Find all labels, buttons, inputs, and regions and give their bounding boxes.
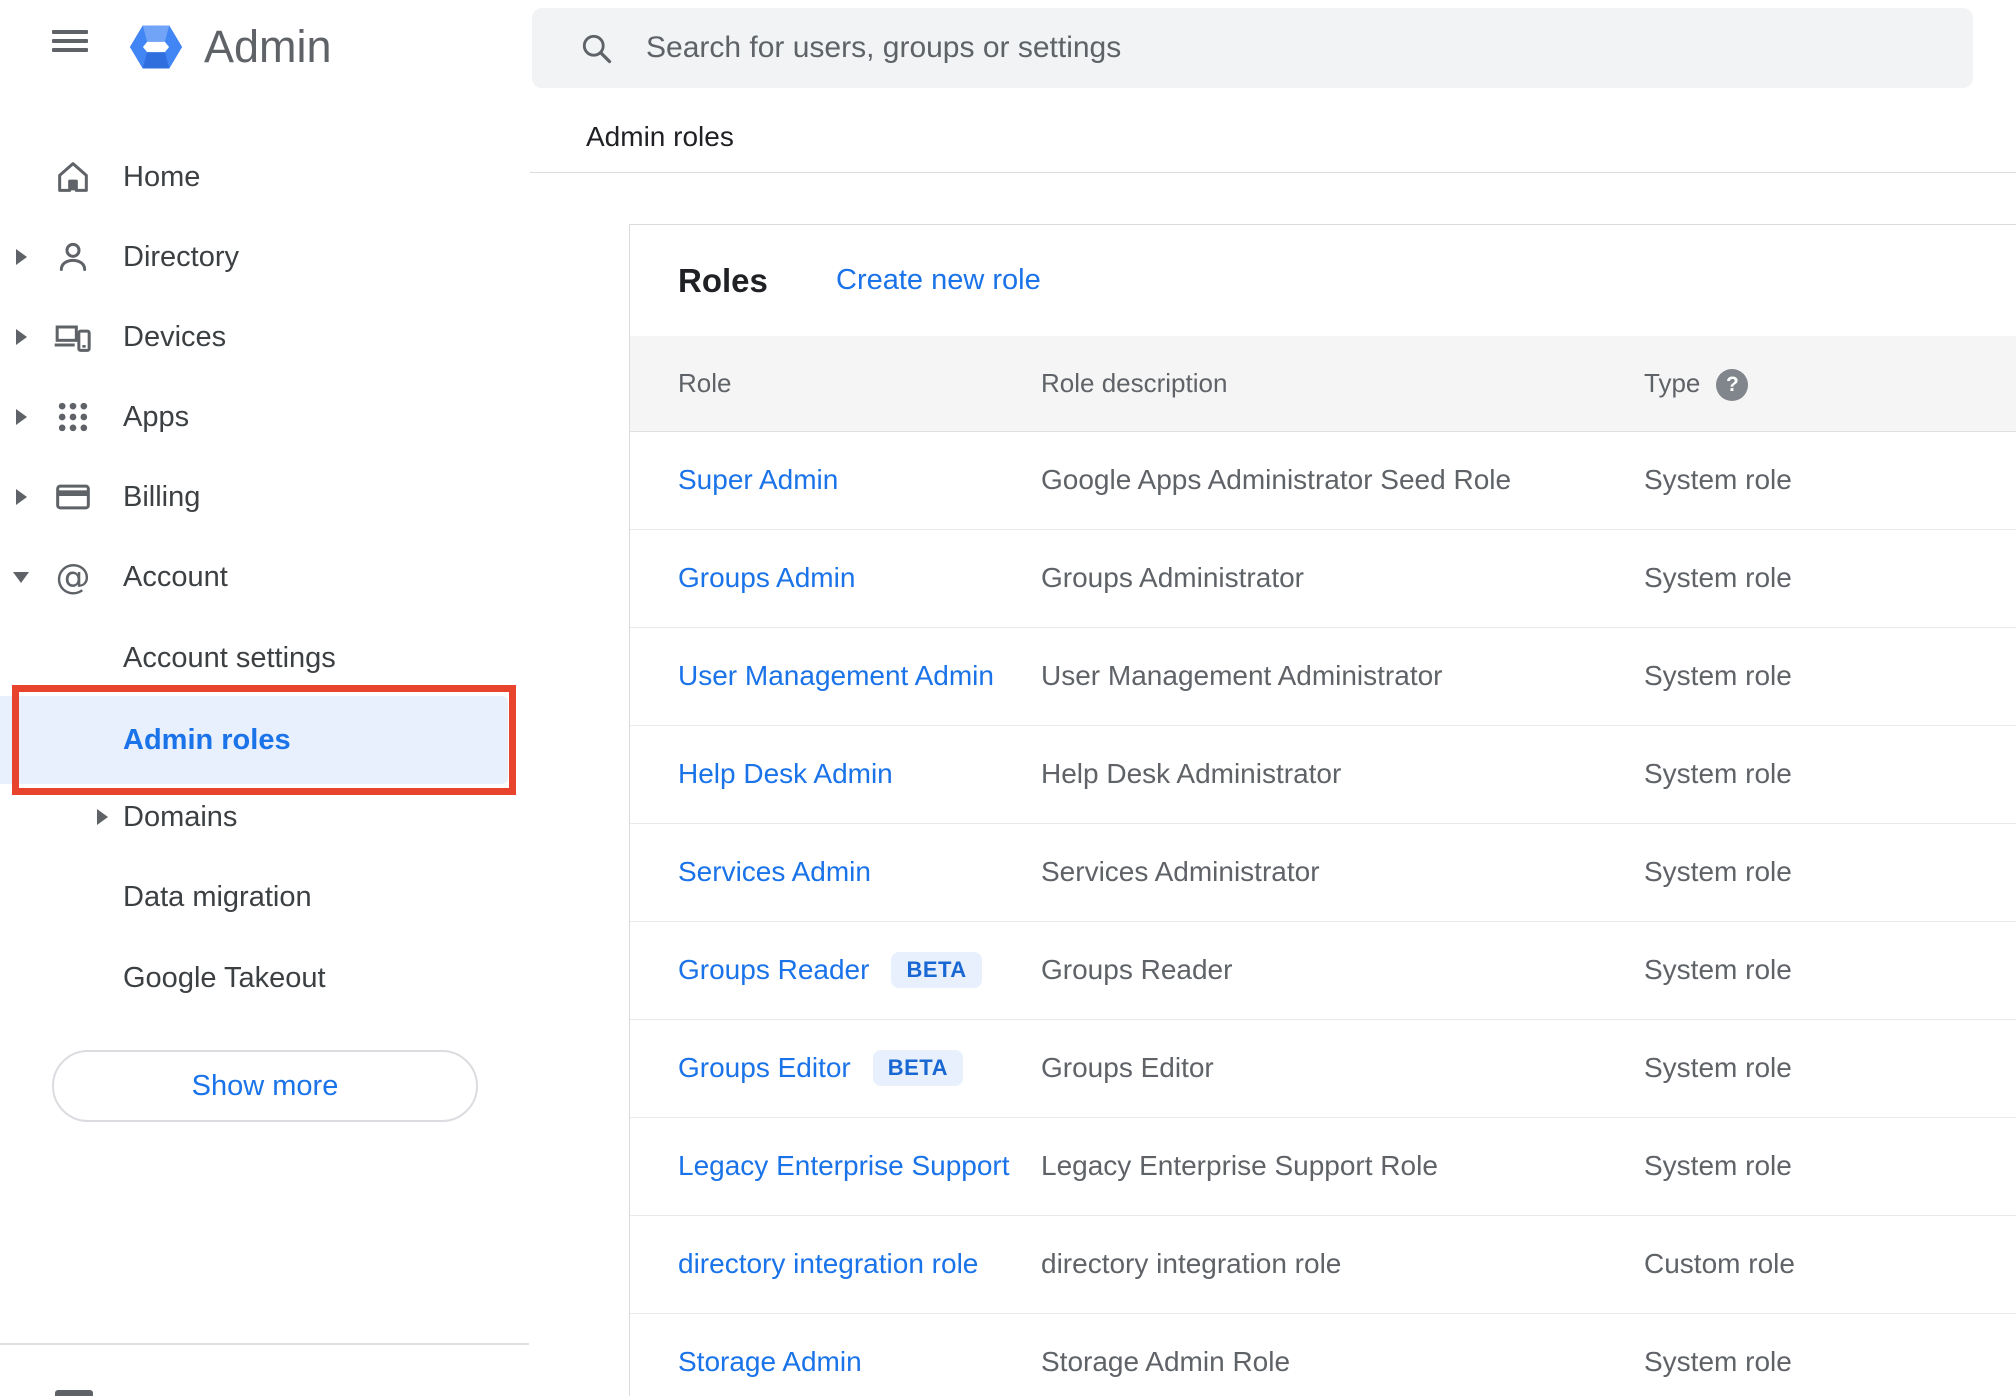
role-description: Legacy Enterprise Support Role xyxy=(1041,1150,1438,1181)
beta-badge: BETA xyxy=(872,1050,964,1086)
role-description: Groups Editor xyxy=(1041,1052,1214,1083)
role-type: System role xyxy=(1644,1150,1792,1181)
role-type: System role xyxy=(1644,660,1792,691)
role-type: System role xyxy=(1644,1346,1792,1377)
help-icon[interactable]: ? xyxy=(1716,369,1749,402)
sidebar-item-home[interactable]: Home xyxy=(0,137,530,217)
devices-icon xyxy=(54,325,91,352)
role-type: System role xyxy=(1644,856,1792,887)
role-type: Custom role xyxy=(1644,1248,1795,1279)
role-link[interactable]: Help Desk Admin xyxy=(678,758,893,790)
column-header-description: Role description xyxy=(1041,368,1228,398)
search-input[interactable] xyxy=(532,8,1973,88)
table-row[interactable]: User Management Admin User Management Ad… xyxy=(630,627,2016,726)
role-description: Storage Admin Role xyxy=(1041,1346,1291,1377)
expand-arrow-icon[interactable] xyxy=(16,489,27,505)
sidebar-item-label: Directory xyxy=(123,241,240,273)
apps-grid-icon xyxy=(58,402,88,432)
role-type: System role xyxy=(1644,464,1792,495)
role-link[interactable]: directory integration role xyxy=(678,1248,978,1280)
sidebar-item-label: Account xyxy=(123,561,228,593)
roles-panel: Roles Create new role Role Role descript… xyxy=(629,224,2016,1396)
column-header-role: Role xyxy=(678,368,732,398)
roles-panel-header: Roles Create new role xyxy=(630,225,2016,336)
show-more-button[interactable]: Show more xyxy=(52,1050,478,1122)
table-row[interactable]: Groups Editor BETA Groups Editor System … xyxy=(630,1019,2016,1118)
sidebar-item-apps[interactable]: Apps xyxy=(0,377,530,457)
panel-title: Roles xyxy=(678,262,768,299)
header-divider xyxy=(530,172,2016,173)
expand-arrow-icon[interactable] xyxy=(16,329,27,345)
table-row[interactable]: Help Desk Admin Help Desk Administrator … xyxy=(630,725,2016,824)
table-row[interactable]: Storage Admin Storage Admin Role System … xyxy=(630,1313,2016,1396)
role-link[interactable]: Groups Admin xyxy=(678,562,855,594)
role-description: Google Apps Administrator Seed Role xyxy=(1041,464,1512,495)
table-row[interactable]: Super Admin Google Apps Administrator Se… xyxy=(630,431,2016,530)
support-icon[interactable] xyxy=(55,1390,93,1396)
person-icon xyxy=(59,242,87,271)
table-row[interactable]: Services Admin Services Administrator Sy… xyxy=(630,823,2016,922)
sidebar-item-label: Google Takeout xyxy=(123,962,326,994)
role-link[interactable]: User Management Admin xyxy=(678,660,994,692)
menu-hamburger-icon[interactable] xyxy=(52,30,88,52)
create-new-role-link[interactable]: Create new role xyxy=(836,225,1041,336)
role-link[interactable]: Groups Reader xyxy=(678,954,869,986)
collapse-arrow-icon[interactable] xyxy=(13,572,29,583)
beta-badge: BETA xyxy=(891,952,982,988)
sidebar-item-devices[interactable]: Devices xyxy=(0,297,530,377)
role-link[interactable]: Storage Admin xyxy=(678,1346,862,1378)
global-search[interactable] xyxy=(532,8,1973,88)
sidebar-item-label: Home xyxy=(123,161,201,193)
sidebar-item-label: Billing xyxy=(123,481,201,513)
table-row[interactable]: Groups Reader BETA Groups Reader System … xyxy=(630,921,2016,1020)
role-description: Help Desk Administrator xyxy=(1041,758,1342,789)
sidebar-item-label: Data migration xyxy=(123,881,312,913)
sidebar-item-label: Admin roles xyxy=(123,724,291,756)
home-icon xyxy=(58,162,88,192)
sidebar-item-label: Devices xyxy=(123,321,227,353)
table-row[interactable]: Groups Admin Groups Administrator System… xyxy=(630,529,2016,628)
sidebar-item-label: Apps xyxy=(123,401,190,433)
role-description: Groups Administrator xyxy=(1041,562,1304,593)
sidebar-item-billing[interactable]: Billing xyxy=(0,457,530,537)
sidebar-item-account[interactable]: @ Account xyxy=(0,537,530,617)
app-title: Admin xyxy=(204,21,332,72)
sidebar-item-data-migration[interactable]: Data migration xyxy=(0,857,530,937)
expand-arrow-icon[interactable] xyxy=(16,249,27,265)
role-link[interactable]: Services Admin xyxy=(678,856,871,888)
sidebar-item-admin-roles[interactable]: Admin roles xyxy=(0,696,508,784)
svg-text:@: @ xyxy=(56,558,91,597)
role-type: System role xyxy=(1644,1052,1792,1083)
role-description: Groups Reader xyxy=(1041,954,1233,985)
expand-arrow-icon[interactable] xyxy=(97,809,108,825)
role-description: directory integration role xyxy=(1041,1248,1342,1279)
table-row[interactable]: directory integration role directory int… xyxy=(630,1215,2016,1314)
sidebar-item-label: Domains xyxy=(123,801,238,833)
sidebar-item-domains[interactable]: Domains xyxy=(0,777,530,857)
admin-console-page: Admin Admin roles Home Directory xyxy=(0,0,2016,1396)
table-row[interactable]: Legacy Enterprise Support Legacy Enterpr… xyxy=(630,1117,2016,1216)
column-header-type: Type? xyxy=(1644,336,1749,431)
role-description: User Management Administrator xyxy=(1041,660,1443,691)
breadcrumb: Admin roles xyxy=(586,121,734,152)
role-type: System role xyxy=(1644,758,1792,789)
sidebar-item-label: Account settings xyxy=(123,642,336,674)
credit-card-icon xyxy=(56,484,90,510)
roles-table-header: Role Role description Type? xyxy=(630,336,2016,432)
sidebar-item-account-settings[interactable]: Account settings xyxy=(0,618,530,698)
role-type: System role xyxy=(1644,562,1792,593)
sidebar-item-google-takeout[interactable]: Google Takeout xyxy=(0,938,530,1018)
role-link[interactable]: Groups Editor xyxy=(678,1052,851,1084)
at-sign-icon: @ xyxy=(56,558,91,597)
role-description: Services Administrator xyxy=(1041,856,1320,887)
sidebar-footer-divider xyxy=(0,1343,529,1345)
google-admin-logo-icon[interactable] xyxy=(128,19,184,75)
role-type: System role xyxy=(1644,954,1792,985)
role-link[interactable]: Super Admin xyxy=(678,464,838,496)
role-link[interactable]: Legacy Enterprise Support xyxy=(678,1150,1010,1182)
expand-arrow-icon[interactable] xyxy=(16,409,27,425)
sidebar-item-directory[interactable]: Directory xyxy=(0,217,530,297)
